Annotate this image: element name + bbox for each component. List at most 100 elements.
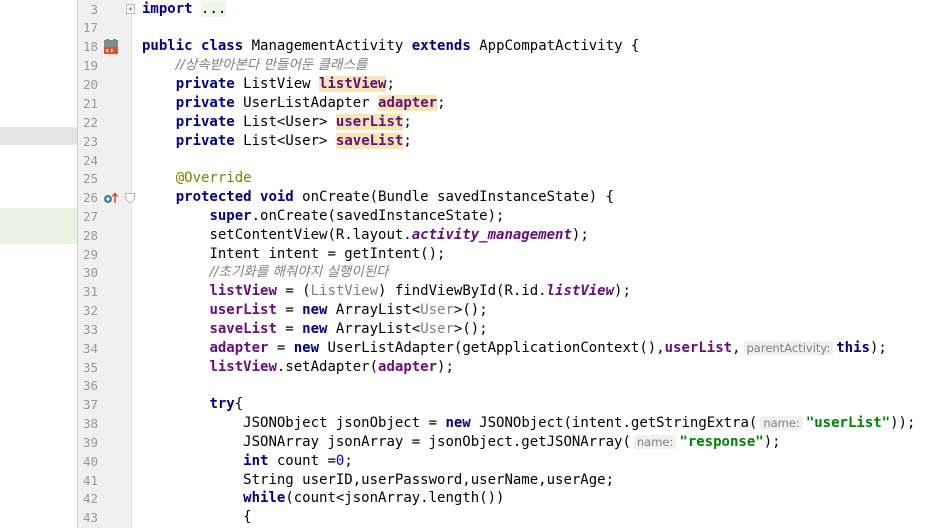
comment: //초기화를 해줘야지 실행이된다: [209, 264, 389, 280]
class-name: ManagementActivity: [251, 38, 404, 54]
code-line-3: import ...: [142, 0, 227, 19]
type: List<User>: [243, 114, 328, 130]
field: adapter: [209, 340, 269, 356]
semicolon: ;: [403, 133, 412, 149]
code-line-41: String userID,userPassword,userName,user…: [142, 471, 614, 490]
statement: ArrayList<: [327, 321, 421, 337]
code-line-34: adapter = new UserListAdapter(getApplica…: [142, 339, 887, 358]
line-number: 17: [82, 20, 98, 35]
line-number: 18: [82, 39, 98, 54]
line-number: 24: [82, 153, 98, 168]
line-number: 39: [82, 435, 98, 450]
code-editor[interactable]: import ... public class ManagementActivi…: [132, 0, 936, 528]
parameter-hint: name:: [633, 435, 677, 449]
statement: ));: [890, 415, 916, 431]
code-line-37: try{: [142, 395, 243, 414]
code-line-28: setContentView(R.layout.activity_managem…: [142, 226, 589, 245]
statement: );: [763, 434, 781, 450]
keyword: this: [836, 340, 870, 356]
type: UserListAdapter: [243, 95, 370, 111]
type: ListView: [243, 76, 311, 92]
code-line-39: JSONArray jsonArray = jsonObject.getJSON…: [142, 433, 781, 452]
statement: String userID,userPassword,userName,user…: [243, 472, 615, 488]
line-number: 37: [82, 397, 98, 412]
code-line-29: Intent intent = getIntent();: [142, 245, 445, 264]
line-number: 33: [82, 322, 98, 337]
override-method-icon[interactable]: [103, 191, 119, 205]
static-field: activity_management: [411, 227, 572, 243]
comment: //상속받아본다 만들어둔 클래스를: [175, 57, 368, 73]
keyword: extends: [411, 38, 471, 54]
keyword: private: [175, 95, 235, 111]
semicolon: ;: [403, 114, 412, 130]
statement: = (: [276, 283, 311, 299]
code-line-33: saveList = new ArrayList<User>();: [142, 320, 488, 339]
code-line-20: private ListView listView;: [142, 75, 395, 94]
field: listView: [209, 283, 277, 299]
statement: );: [614, 283, 631, 299]
line-number: 41: [82, 473, 98, 488]
keyword: new: [293, 340, 320, 356]
statement: ,: [732, 340, 741, 356]
statement: UserListAdapter(getApplicationContext(),: [319, 340, 665, 356]
code-line-42: while(count<jsonArray.length()): [142, 489, 504, 508]
statement: ;: [344, 453, 353, 469]
string-literal: "userList": [805, 415, 891, 431]
panel-selection-highlight: [0, 127, 78, 145]
line-number: 26: [82, 190, 98, 205]
field: adapter: [378, 359, 438, 375]
generic-type: User: [420, 321, 454, 337]
line-number: 20: [82, 77, 98, 92]
field: listView: [209, 359, 277, 375]
code-line-18: public class ManagementActivity extends …: [142, 37, 639, 56]
field-saveList: saveList: [335, 133, 404, 149]
statement: );: [869, 340, 887, 356]
code-line-25: @Override: [142, 169, 252, 188]
keyword: try: [209, 396, 235, 412]
line-number: 40: [82, 454, 98, 469]
keyword: class: [201, 38, 244, 54]
keyword: new: [302, 302, 328, 318]
keyword: while: [243, 490, 286, 506]
statement: =: [276, 321, 303, 337]
statement: );: [571, 227, 589, 243]
keyword: new: [445, 415, 471, 431]
code-line-32: userList = new ArrayList<User>();: [142, 301, 488, 320]
code-line-35: listView.setAdapter(adapter);: [142, 358, 453, 377]
field-listView: listView: [319, 76, 387, 92]
statement: =: [276, 302, 303, 318]
code-line-38: JSONObject jsonObject = new JSONObject(i…: [142, 414, 915, 433]
line-number: 3: [90, 2, 98, 17]
collapsed-imports[interactable]: ...: [201, 1, 227, 17]
line-number: 34: [82, 341, 98, 356]
keyword: private: [175, 133, 235, 149]
keyword: import: [142, 1, 193, 17]
code-line-21: private UserListAdapter adapter;: [142, 94, 446, 113]
keyword: super: [209, 208, 252, 224]
statement: .setAdapter(: [276, 359, 379, 375]
static-field: listView: [546, 283, 615, 299]
field-userList: userList: [335, 114, 404, 130]
code-line-23: private List<User> saveList;: [142, 132, 412, 151]
android-activity-icon[interactable]: [103, 38, 120, 55]
code-line-22: private List<User> userList;: [142, 113, 412, 132]
statement: >();: [453, 321, 488, 337]
annotation: @Override: [175, 170, 252, 186]
left-panel: [0, 0, 78, 528]
statement: JSONObject(intent.getStringExtra(: [470, 415, 758, 431]
statement: >();: [453, 302, 488, 318]
statement: (count<jsonArray.length()): [285, 490, 505, 506]
statement: .onCreate(savedInstanceState);: [251, 208, 505, 224]
keyword: public: [142, 38, 193, 54]
line-number: 35: [82, 360, 98, 375]
editor-gutter[interactable]: 3 17 18 19 20 21 22 23 24 25 26 27 28 29…: [78, 0, 135, 528]
line-number: 29: [82, 247, 98, 262]
line-number: 38: [82, 416, 98, 431]
keyword: private: [175, 114, 235, 130]
line-number: 27: [82, 209, 98, 224]
keyword: private: [175, 76, 235, 92]
code-line-30: //초기화를 해줘야지 실행이된다: [142, 263, 389, 282]
field-adapter: adapter: [378, 95, 438, 111]
field: userList: [209, 302, 277, 318]
line-number: 19: [82, 58, 98, 73]
